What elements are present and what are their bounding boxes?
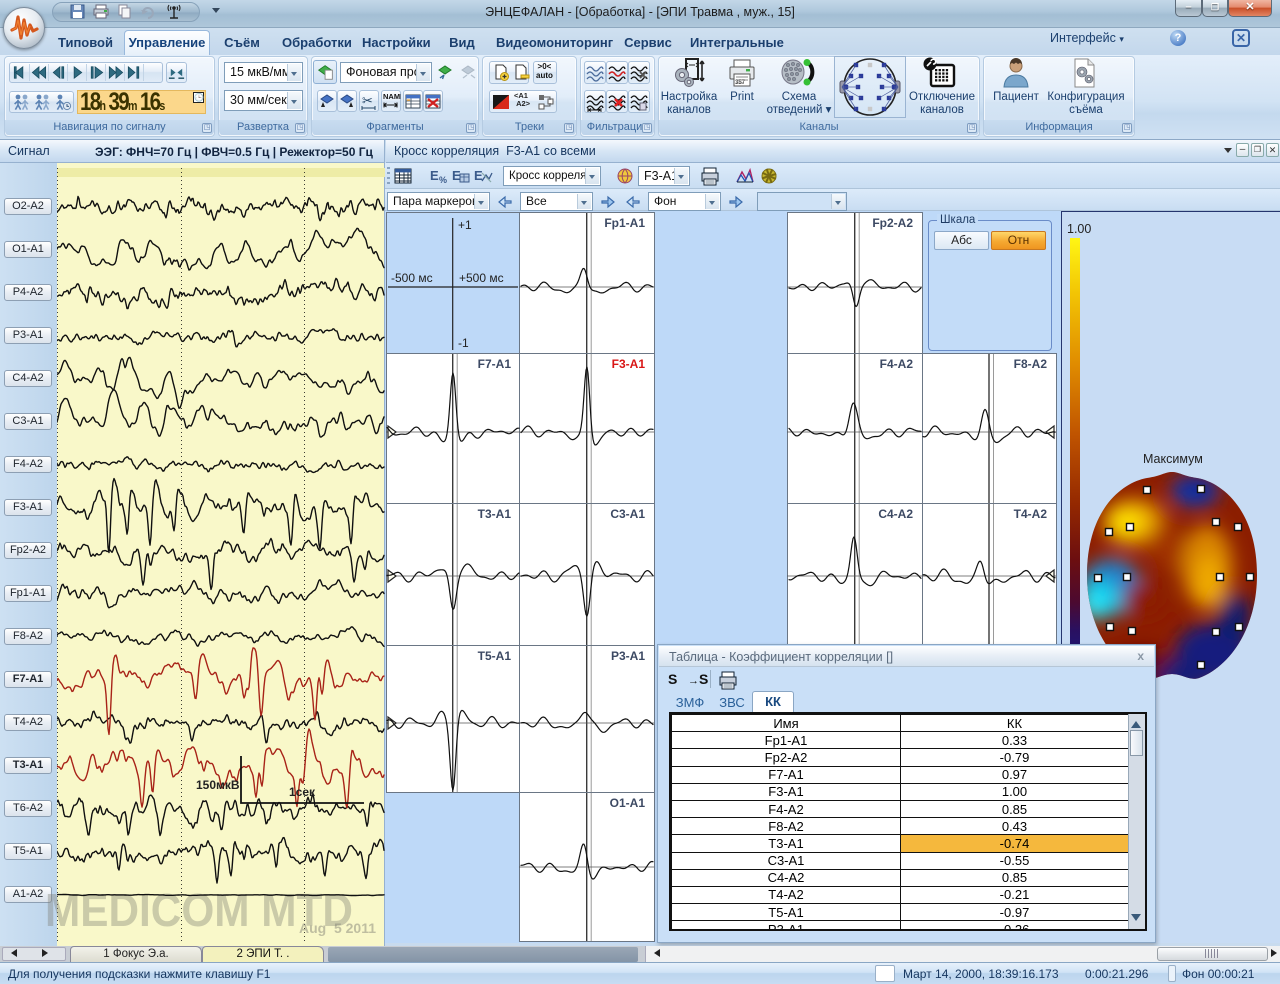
svg-text:357: 357 <box>735 80 746 86</box>
svg-text:NAME: NAME <box>383 92 401 101</box>
svg-text:E: E <box>430 168 439 183</box>
svg-text:%: % <box>439 175 447 185</box>
